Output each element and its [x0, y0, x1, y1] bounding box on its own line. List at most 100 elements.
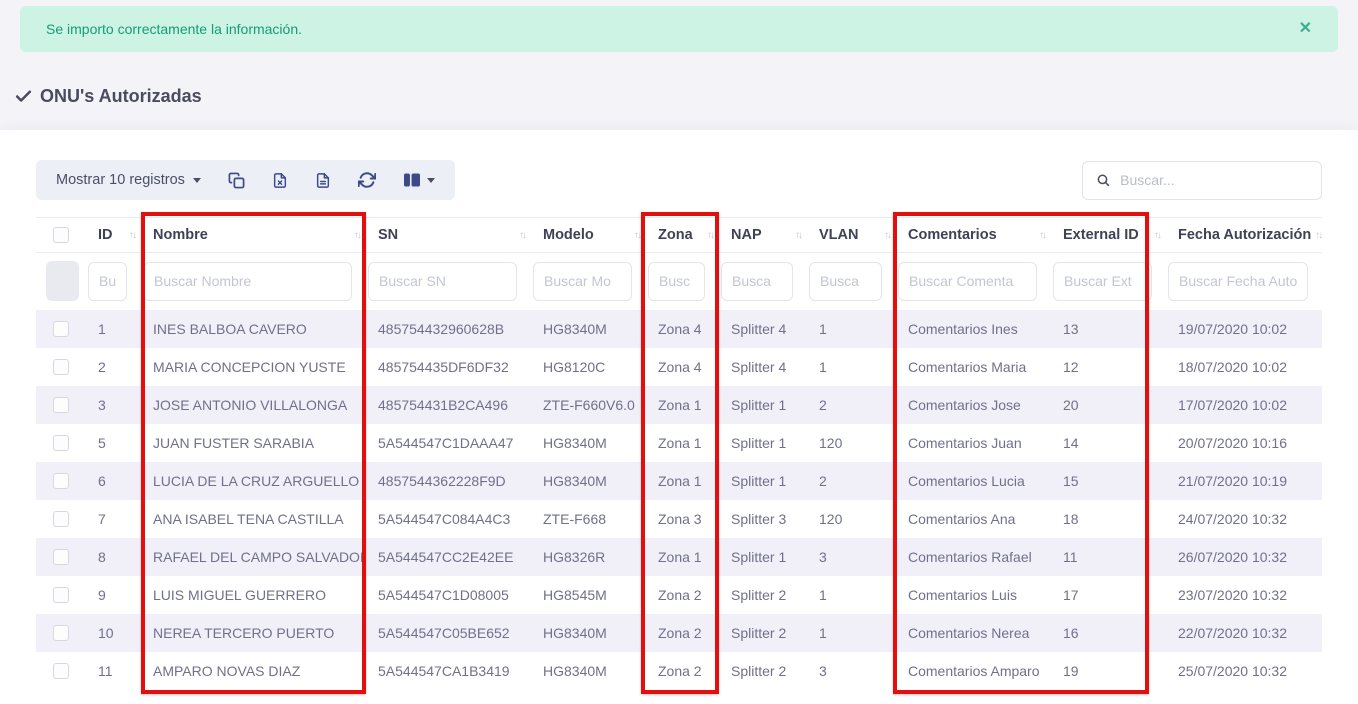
- cell-sn: 5A544547C084A4C3: [366, 500, 531, 538]
- select-all-checkbox[interactable]: [53, 227, 69, 243]
- filter-modelo-input[interactable]: [533, 262, 632, 301]
- filter-zona-input[interactable]: [648, 262, 705, 301]
- alert-close-icon[interactable]: ✕: [1299, 21, 1312, 37]
- cell-id: 7: [86, 500, 141, 538]
- column-header-external-id[interactable]: External ID↑↓: [1051, 218, 1166, 253]
- row-checkbox[interactable]: [53, 397, 69, 413]
- cell-modelo: HG8340M: [531, 310, 646, 348]
- column-header-fecha[interactable]: Fecha Autorización↑↓: [1166, 218, 1322, 253]
- cell-zona: Zona 2: [646, 652, 719, 690]
- cell-vlan: 3: [807, 538, 896, 576]
- cell-external-id: 11: [1051, 538, 1166, 576]
- cell-zona: Zona 1: [646, 424, 719, 462]
- table-row[interactable]: 10 NEREA TERCERO PUERTO 5A544547C05BE652…: [36, 614, 1322, 652]
- cell-nombre: MARIA CONCEPCION YUSTE: [141, 348, 366, 386]
- filter-comentarios-input[interactable]: [898, 262, 1037, 301]
- filter-fecha-input[interactable]: [1168, 262, 1308, 301]
- cell-id: 6: [86, 462, 141, 500]
- row-checkbox[interactable]: [53, 321, 69, 337]
- search-input[interactable]: [1120, 172, 1308, 188]
- cell-modelo: HG8545M: [531, 576, 646, 614]
- row-checkbox[interactable]: [53, 663, 69, 679]
- filter-nap-input[interactable]: [721, 262, 793, 301]
- cell-zona: Zona 3: [646, 500, 719, 538]
- table-row[interactable]: 7 ANA ISABEL TENA CASTILLA 5A544547C084A…: [36, 500, 1322, 538]
- cell-modelo: HG8326R: [531, 538, 646, 576]
- cell-external-id: 13: [1051, 310, 1166, 348]
- cell-id: 9: [86, 576, 141, 614]
- sort-icon: ↑↓: [880, 230, 890, 241]
- cell-sn: 4857544362228F9D: [366, 462, 531, 500]
- table-row[interactable]: 1 INES BALBOA CAVERO 485754432960628B HG…: [36, 310, 1322, 348]
- table-card: Mostrar 10 registros: [0, 130, 1358, 704]
- export-file-button[interactable]: [315, 172, 331, 189]
- table-row[interactable]: 2 MARIA CONCEPCION YUSTE 485754435DF6DF3…: [36, 348, 1322, 386]
- refresh-button[interactable]: [358, 171, 376, 189]
- row-checkbox[interactable]: [53, 549, 69, 565]
- cell-zona: Zona 2: [646, 576, 719, 614]
- sort-icon: ↑↓: [791, 230, 801, 241]
- filter-sn-input[interactable]: [368, 262, 517, 301]
- cell-id: 5: [86, 424, 141, 462]
- sort-icon: ↑↓: [1035, 230, 1045, 241]
- column-header-zona[interactable]: Zona↑↓: [646, 218, 719, 253]
- cell-comentarios: Comentarios Rafael: [896, 538, 1051, 576]
- column-header-sn[interactable]: SN↑↓: [366, 218, 531, 253]
- cell-external-id: 17: [1051, 576, 1166, 614]
- row-checkbox[interactable]: [53, 359, 69, 375]
- cell-nombre: LUIS MIGUEL GUERRERO: [141, 576, 366, 614]
- table-row[interactable]: 11 AMPARO NOVAS DIAZ 5A544547CA1B3419 HG…: [36, 652, 1322, 690]
- column-header-nap[interactable]: NAP↑↓: [719, 218, 807, 253]
- table-row[interactable]: 5 JUAN FUSTER SARABIA 5A544547C1DAAA47 H…: [36, 424, 1322, 462]
- column-header-modelo[interactable]: Modelo↑↓: [531, 218, 646, 253]
- cell-comentarios: Comentarios Jose: [896, 386, 1051, 424]
- cell-vlan: 3: [807, 652, 896, 690]
- cell-modelo: ZTE-F668: [531, 500, 646, 538]
- column-header-nombre[interactable]: Nombre↑↓: [141, 218, 366, 253]
- filter-vlan-input[interactable]: [809, 262, 882, 301]
- row-checkbox[interactable]: [53, 511, 69, 527]
- page-length-label: Mostrar 10 registros: [56, 172, 185, 188]
- success-alert: Se importo correctamente la información.…: [20, 6, 1338, 52]
- cell-sn: 485754435DF6DF32: [366, 348, 531, 386]
- column-header-id[interactable]: ID↑↓: [86, 218, 141, 253]
- page-length-dropdown[interactable]: Mostrar 10 registros: [56, 172, 201, 188]
- row-checkbox[interactable]: [53, 587, 69, 603]
- cell-nombre: INES BALBOA CAVERO: [141, 310, 366, 348]
- row-checkbox[interactable]: [53, 435, 69, 451]
- column-header-vlan[interactable]: VLAN↑↓: [807, 218, 896, 253]
- cell-fecha: 17/07/2020 10:02: [1166, 386, 1322, 424]
- filter-row: [36, 253, 1322, 310]
- cell-nombre: AMPARO NOVAS DIAZ: [141, 652, 366, 690]
- cell-comentarios: Comentarios Ana: [896, 500, 1051, 538]
- export-excel-button[interactable]: [272, 172, 288, 189]
- cell-external-id: 14: [1051, 424, 1166, 462]
- table-columns-icon: [403, 172, 421, 188]
- table-row[interactable]: 9 LUIS MIGUEL GUERRERO 5A544547C1D08005 …: [36, 576, 1322, 614]
- cell-vlan: 1: [807, 576, 896, 614]
- filter-id-input[interactable]: [88, 262, 127, 301]
- column-header-comentarios[interactable]: Comentarios↑↓: [896, 218, 1051, 253]
- cell-vlan: 1: [807, 348, 896, 386]
- copy-button[interactable]: [228, 172, 245, 189]
- cell-external-id: 20: [1051, 386, 1166, 424]
- cell-vlan: 2: [807, 386, 896, 424]
- table-row[interactable]: 3 JOSE ANTONIO VILLALONGA 485754431B2CA4…: [36, 386, 1322, 424]
- cell-fecha: 19/07/2020 10:02: [1166, 310, 1322, 348]
- row-checkbox[interactable]: [53, 625, 69, 641]
- table-row[interactable]: 8 RAFAEL DEL CAMPO SALVADOR 5A544547CC2E…: [36, 538, 1322, 576]
- page-title: ONU's Autorizadas: [14, 86, 202, 107]
- cell-nap: Splitter 3: [719, 500, 807, 538]
- column-visibility-button[interactable]: [403, 172, 435, 188]
- cell-sn: 485754432960628B: [366, 310, 531, 348]
- cell-vlan: 1: [807, 614, 896, 652]
- search-icon: [1096, 172, 1110, 188]
- cell-nap: Splitter 2: [719, 576, 807, 614]
- row-checkbox[interactable]: [53, 473, 69, 489]
- cell-fecha: 26/07/2020 10:32: [1166, 538, 1322, 576]
- cell-modelo: HG8340M: [531, 424, 646, 462]
- sort-icon: ↑↓: [1150, 230, 1160, 241]
- table-row[interactable]: 6 LUCIA DE LA CRUZ ARGUELLO 485754436222…: [36, 462, 1322, 500]
- filter-external-id-input[interactable]: [1053, 262, 1152, 301]
- filter-nombre-input[interactable]: [143, 262, 352, 301]
